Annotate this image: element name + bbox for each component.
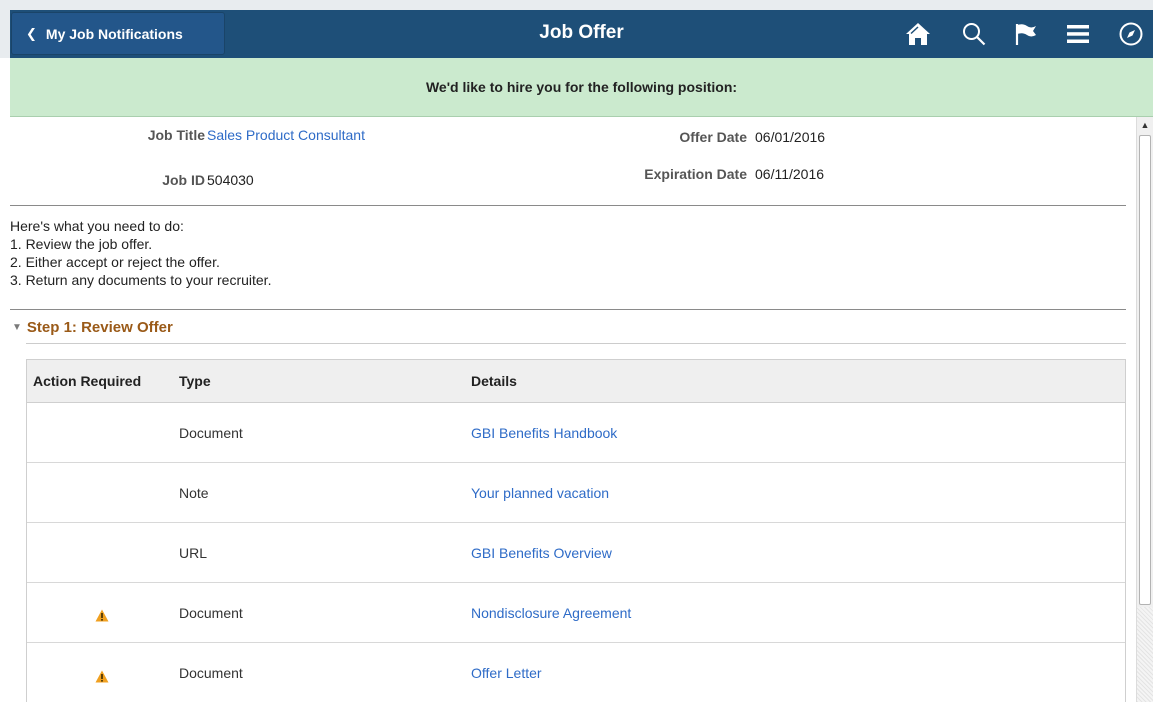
expiration-date-label: Expiration Date: [644, 166, 747, 182]
table-row: Document GBI Benefits Handbook: [27, 403, 1125, 463]
details-cell: GBI Benefits Overview: [471, 523, 612, 582]
instruction-step: 2. Either accept or reject the offer.: [10, 254, 220, 270]
home-button[interactable]: [898, 10, 938, 58]
details-cell: Your planned vacation: [471, 463, 609, 522]
details-link[interactable]: Your planned vacation: [471, 485, 609, 501]
offer-date-value: 06/01/2016: [755, 129, 826, 145]
column-header-type: Type: [179, 373, 211, 389]
type-cell: URL: [179, 544, 208, 561]
offer-banner: We'd like to hire you for the following …: [10, 58, 1153, 117]
menu-button[interactable]: [1058, 10, 1098, 58]
home-icon: [906, 23, 930, 45]
vertical-scrollbar[interactable]: ▲: [1136, 117, 1153, 702]
column-header-action-required: Action Required: [33, 373, 142, 389]
warning-icon: [95, 670, 109, 682]
column-header-details: Details: [471, 373, 517, 389]
job-id-label: Job ID: [162, 172, 205, 188]
expiration-date-value: 06/11/2016: [755, 166, 825, 182]
divider: [26, 343, 1126, 344]
details-link[interactable]: Offer Letter: [471, 665, 542, 681]
flag-button[interactable]: [1006, 10, 1046, 58]
offer-content: Job Title Sales Product Consultant Job I…: [10, 117, 1136, 702]
review-offer-grid: Action Required Type Details Document GBI…: [26, 359, 1126, 702]
navigation-bar: ❮ My Job Notifications Job Offer: [10, 10, 1153, 58]
collapse-triangle-icon: ▼: [12, 322, 22, 333]
menu-icon: [1067, 25, 1089, 43]
divider: [10, 309, 1126, 310]
instructions: Here's what you need to do: 1. Review th…: [10, 217, 271, 289]
type-cell: Document: [179, 604, 243, 621]
details-cell: GBI Benefits Handbook: [471, 403, 617, 462]
back-button-label: My Job Notifications: [45, 25, 183, 42]
action-required-cell: [33, 463, 173, 522]
header: ❮ My Job Notifications Job Offer: [0, 0, 1153, 58]
action-required-cell: [33, 643, 173, 702]
scrollbar-track[interactable]: [1137, 607, 1153, 702]
scrollbar-thumb[interactable]: [1139, 135, 1151, 605]
instructions-heading: Here's what you need to do:: [10, 218, 184, 234]
navigator-button[interactable]: [1111, 10, 1151, 58]
instruction-step: 3. Return any documents to your recruite…: [10, 272, 272, 288]
instruction-step: 1. Review the job offer.: [10, 236, 153, 252]
type-cell: Document: [179, 424, 243, 441]
details-link[interactable]: GBI Benefits Handbook: [471, 425, 617, 441]
type-cell: Document: [179, 665, 243, 681]
grid-header: Action Required Type Details: [27, 360, 1125, 403]
chevron-left-icon: ❮: [26, 25, 37, 41]
offer-date-label: Offer Date: [679, 129, 747, 145]
divider: [10, 205, 1126, 206]
job-title-label: Job Title: [147, 127, 205, 143]
table-row: URL GBI Benefits Overview: [27, 523, 1125, 583]
back-button[interactable]: ❮ My Job Notifications: [11, 12, 225, 55]
warning-icon: [95, 609, 109, 622]
table-row: Document Nondisclosure Agreement: [27, 583, 1125, 643]
details-link[interactable]: Nondisclosure Agreement: [471, 605, 631, 621]
action-required-cell: [33, 583, 173, 642]
search-icon: [963, 23, 986, 46]
type-cell: Note: [179, 484, 209, 501]
table-row: Note Your planned vacation: [27, 463, 1125, 523]
details-link[interactable]: GBI Benefits Overview: [471, 545, 612, 561]
action-required-cell: [33, 523, 173, 582]
step1-title: Step 1: Review Offer: [26, 319, 173, 336]
action-required-cell: [33, 403, 173, 462]
details-cell: Offer Letter: [471, 643, 542, 702]
scroll-up-arrow-icon[interactable]: ▲: [1137, 117, 1153, 133]
job-id-value: 504030: [207, 172, 254, 188]
compass-icon: [1119, 22, 1143, 46]
step1-section-header[interactable]: ▼ Step 1: Review Offer: [12, 319, 173, 336]
search-button[interactable]: [954, 10, 994, 58]
details-cell: Nondisclosure Agreement: [471, 583, 631, 642]
job-title-link[interactable]: Sales Product Consultant: [207, 127, 365, 143]
flag-icon: [1015, 24, 1036, 45]
table-row: Document Offer Letter: [27, 643, 1125, 702]
